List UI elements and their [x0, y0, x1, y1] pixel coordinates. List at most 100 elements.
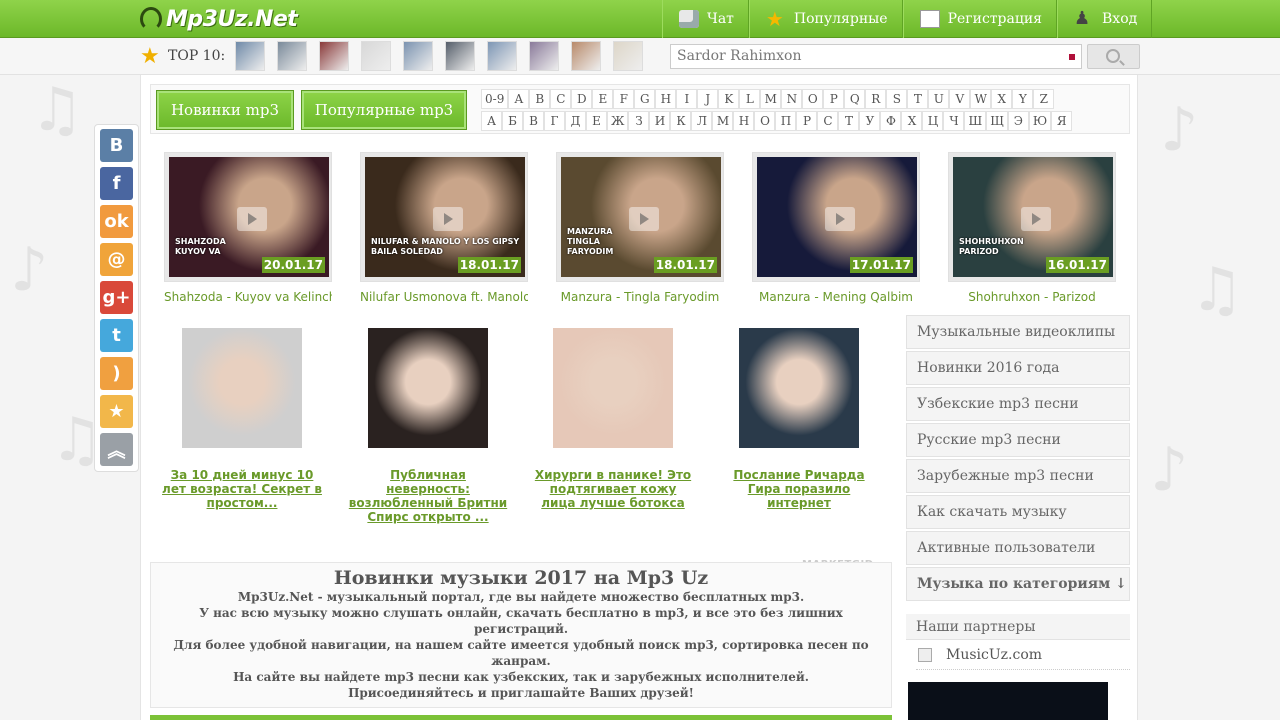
- video-title[interactable]: Nilufar Usmonova ft. Manolo Y: [360, 290, 528, 304]
- ad-link[interactable]: Послание Ричарда Гира поразило интернет: [719, 468, 879, 510]
- letter-link[interactable]: Г: [544, 111, 565, 131]
- favorite-icon[interactable]: ★: [100, 395, 133, 428]
- ad-item[interactable]: Публичная неверность: возлюбленный Бритн…: [349, 328, 507, 524]
- letter-link[interactable]: Э: [1007, 111, 1029, 131]
- video-card[interactable]: NILUFAR & MANOLO Y LOS GIPSY BAILA SOLED…: [360, 152, 528, 304]
- letter-link[interactable]: V: [949, 89, 971, 109]
- letter-link[interactable]: Н: [733, 111, 755, 131]
- letter-link[interactable]: Щ: [986, 111, 1008, 131]
- letter-link[interactable]: Ю: [1028, 111, 1052, 131]
- nav-popular[interactable]: ★ Популярные: [748, 0, 903, 38]
- mail-icon[interactable]: @: [100, 243, 133, 276]
- video-title[interactable]: Shohruhxon - Parizod: [948, 290, 1116, 304]
- ad-item[interactable]: Хирурги в панике! Это подтягивает кожу л…: [535, 328, 691, 510]
- banner-image[interactable]: [908, 682, 1108, 720]
- ad-item[interactable]: Послание Ричарда Гира поразило интернет: [733, 328, 865, 510]
- top10-thumbnail[interactable]: [529, 41, 559, 71]
- letter-link[interactable]: C: [550, 89, 572, 109]
- letter-link[interactable]: Y: [1012, 89, 1034, 109]
- right-menu-item[interactable]: Новинки 2016 года: [906, 351, 1130, 385]
- letter-link[interactable]: Б: [502, 111, 523, 131]
- top10-thumbnail[interactable]: [445, 41, 475, 71]
- video-title[interactable]: Manzura - Tingla Faryodim: [556, 290, 724, 304]
- letter-link[interactable]: У: [859, 111, 881, 131]
- letter-link[interactable]: М: [712, 111, 734, 131]
- scroll-up-icon[interactable]: ︽: [100, 433, 133, 466]
- letter-link[interactable]: T: [907, 89, 929, 109]
- letter-link[interactable]: Х: [901, 111, 923, 131]
- letter-link[interactable]: W: [970, 89, 992, 109]
- ad-link[interactable]: Хирурги в панике! Это подтягивает кожу л…: [533, 468, 693, 510]
- video-thumbnail[interactable]: MANZURA TINGLA FARYODIM 18.01.17: [556, 152, 724, 282]
- letter-link[interactable]: L: [739, 89, 761, 109]
- letter-link[interactable]: O: [802, 89, 824, 109]
- letter-link[interactable]: 0-9: [481, 89, 509, 109]
- new-mp3-button[interactable]: Новинки mp3: [156, 90, 294, 130]
- nav-register[interactable]: Регистрация: [902, 0, 1058, 38]
- ad-link[interactable]: За 10 дней минус 10 лет возраста! Секрет…: [162, 468, 322, 510]
- letter-link[interactable]: R: [865, 89, 887, 109]
- search-button[interactable]: [1087, 44, 1140, 69]
- right-menu-item[interactable]: Русские mp3 песни: [906, 423, 1130, 457]
- ad-image[interactable]: [739, 328, 859, 448]
- facebook-icon[interactable]: f: [100, 167, 133, 200]
- letter-link[interactable]: Я: [1051, 111, 1073, 131]
- letter-link[interactable]: E: [592, 89, 614, 109]
- letter-link[interactable]: I: [676, 89, 698, 109]
- site-logo[interactable]: Mp3Uz.Net: [140, 5, 298, 33]
- video-thumbnail[interactable]: 17.01.17: [752, 152, 920, 282]
- right-menu-item[interactable]: Как скачать музыку: [906, 495, 1130, 529]
- popular-mp3-button[interactable]: Популярные mp3: [301, 90, 467, 130]
- nav-login[interactable]: ♟ Вход: [1057, 0, 1153, 38]
- letter-link[interactable]: Z: [1033, 89, 1055, 109]
- letter-link[interactable]: Ф: [880, 111, 902, 131]
- letter-link[interactable]: С: [817, 111, 839, 131]
- letter-link[interactable]: J: [697, 89, 719, 109]
- letter-link[interactable]: X: [991, 89, 1013, 109]
- letter-link[interactable]: К: [670, 111, 692, 131]
- letter-link[interactable]: K: [718, 89, 740, 109]
- right-menu-item[interactable]: Музыка по категориям ↓: [906, 567, 1130, 601]
- twitter-icon[interactable]: t: [100, 319, 133, 352]
- rss-icon[interactable]: ): [100, 357, 133, 390]
- letter-link[interactable]: Е: [586, 111, 607, 131]
- letter-link[interactable]: Л: [691, 111, 713, 131]
- top10-thumbnail[interactable]: [613, 41, 643, 71]
- ad-image[interactable]: [368, 328, 488, 448]
- top10-thumbnail[interactable]: [235, 41, 265, 71]
- letter-link[interactable]: S: [886, 89, 908, 109]
- search-input[interactable]: Sardor Rahimxon: [670, 44, 1082, 69]
- right-menu-item[interactable]: Зарубежные mp3 песни: [906, 459, 1130, 493]
- letter-link[interactable]: P: [823, 89, 845, 109]
- right-menu-item[interactable]: Музыкальные видеоклипы: [906, 315, 1130, 349]
- top10-thumbnail[interactable]: [361, 41, 391, 71]
- odnoklassniki-icon[interactable]: ok: [100, 205, 133, 238]
- vk-icon[interactable]: B: [100, 129, 133, 162]
- video-card[interactable]: MANZURA TINGLA FARYODIM 18.01.17 Manzura -…: [556, 152, 724, 304]
- video-thumbnail[interactable]: SHAHZODA KUYOV VA 20.01.17: [164, 152, 332, 282]
- letter-link[interactable]: Q: [844, 89, 866, 109]
- right-menu-item[interactable]: Активные пользователи: [906, 531, 1130, 565]
- ad-item[interactable]: За 10 дней минус 10 лет возраста! Секрет…: [162, 328, 322, 510]
- nav-chat[interactable]: Чат: [662, 0, 749, 38]
- letter-link[interactable]: G: [634, 89, 656, 109]
- top10-thumbnail[interactable]: [403, 41, 433, 71]
- top10-thumbnail[interactable]: [571, 41, 601, 71]
- top10-thumbnail[interactable]: [487, 41, 517, 71]
- video-thumbnail[interactable]: SHOHRUHXON PARIZOD 16.01.17: [948, 152, 1116, 282]
- ad-image[interactable]: [182, 328, 302, 448]
- letter-link[interactable]: B: [529, 89, 551, 109]
- letter-link[interactable]: З: [628, 111, 650, 131]
- video-card[interactable]: SHAHZODA KUYOV VA 20.01.17 Shahzoda - Kuyo…: [164, 152, 332, 304]
- letter-link[interactable]: А: [481, 111, 502, 131]
- letter-link[interactable]: U: [928, 89, 950, 109]
- ad-link[interactable]: Публичная неверность: возлюбленный Бритн…: [348, 468, 508, 524]
- letter-link[interactable]: H: [655, 89, 677, 109]
- video-title[interactable]: Shahzoda - Kuyov va Kelinchak: [164, 290, 332, 304]
- video-card[interactable]: SHOHRUHXON PARIZOD 16.01.17 Shohruhxon - P…: [948, 152, 1116, 304]
- letter-link[interactable]: Ш: [964, 111, 987, 131]
- letter-link[interactable]: Ц: [922, 111, 944, 131]
- google-plus-icon[interactable]: g+: [100, 281, 133, 314]
- right-menu-item[interactable]: Узбекские mp3 песни: [906, 387, 1130, 421]
- letter-link[interactable]: M: [760, 89, 782, 109]
